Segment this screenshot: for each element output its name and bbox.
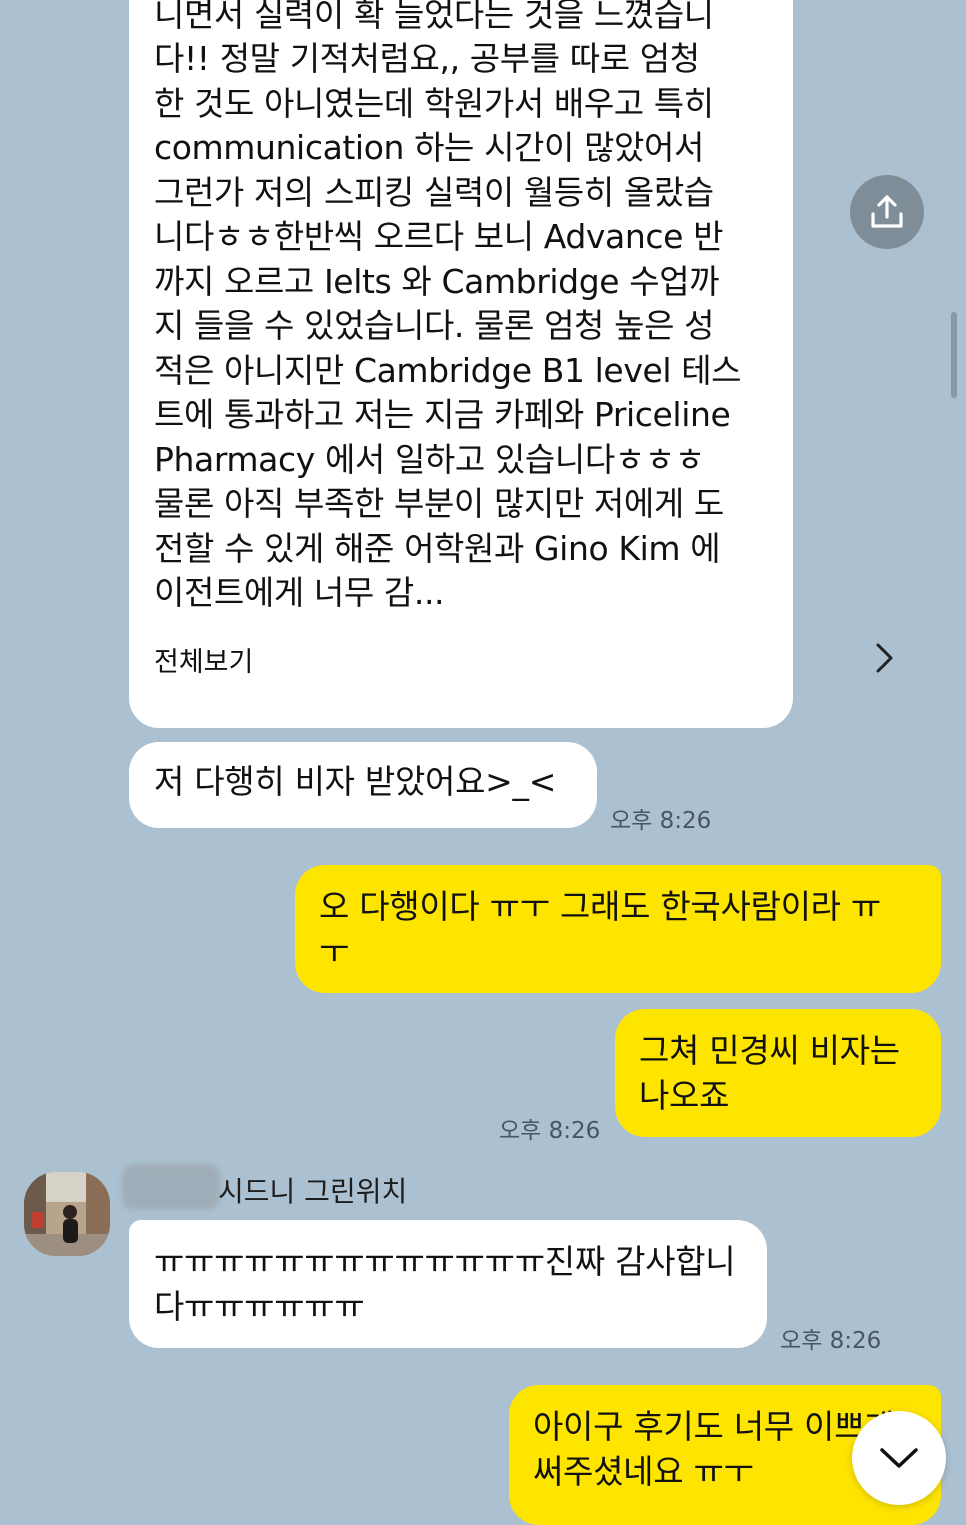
message-text: ㅠㅠㅠㅠㅠㅠㅠㅠㅠㅠㅠㅠㅠ진짜 감사합니 다ㅠㅠㅠㅠㅠㅠ <box>154 1242 736 1326</box>
avatar-photo <box>24 1172 110 1256</box>
incoming-message-bubble[interactable]: ㅠㅠㅠㅠㅠㅠㅠㅠㅠㅠㅠㅠㅠ진짜 감사합니 다ㅠㅠㅠㅠㅠㅠ <box>129 1220 767 1348</box>
chevron-down-icon <box>880 1448 918 1468</box>
message-text: 그쳐 민경씨 비자는 나오죠 <box>639 1031 900 1115</box>
scroll-to-bottom-button[interactable] <box>852 1411 946 1505</box>
message-text: 오 다행이다 ㅠㅜ 그래도 한국사람이라 ㅠ ㅜ <box>319 887 881 971</box>
chevron-right-icon[interactable] <box>871 642 897 674</box>
sender-avatar[interactable] <box>24 1172 110 1256</box>
message-time: 오후 8:26 <box>499 1118 601 1144</box>
scrollbar-thumb[interactable] <box>951 312 957 398</box>
view-all-link[interactable]: 전체보기 <box>154 640 253 679</box>
share-upload-icon <box>871 195 903 228</box>
share-button[interactable] <box>850 175 924 249</box>
outgoing-message-bubble[interactable]: 그쳐 민경씨 비자는 나오죠 <box>615 1009 941 1137</box>
incoming-message-bubble[interactable]: 저 다행히 비자 받았어요>_< <box>129 742 597 828</box>
outgoing-message-bubble[interactable]: 오 다행이다 ㅠㅜ 그래도 한국사람이라 ㅠ ㅜ <box>295 865 941 993</box>
message-time: 오후 8:26 <box>610 808 712 834</box>
long-message-bubble[interactable]: 습니다. 그런데 Greenwich 어학원을 다 니면서 실력이 확 늘었다는… <box>129 0 893 728</box>
sender-name: 시드니 그린위치 <box>218 1175 408 1208</box>
message-text: 저 다행히 비자 받았어요>_< <box>154 762 557 801</box>
long-message-text: 습니다. 그런데 Greenwich 어학원을 다 니면서 실력이 확 늘었다는… <box>154 0 742 612</box>
sender-name-blurred <box>122 1164 220 1210</box>
message-time: 오후 8:26 <box>780 1328 882 1354</box>
